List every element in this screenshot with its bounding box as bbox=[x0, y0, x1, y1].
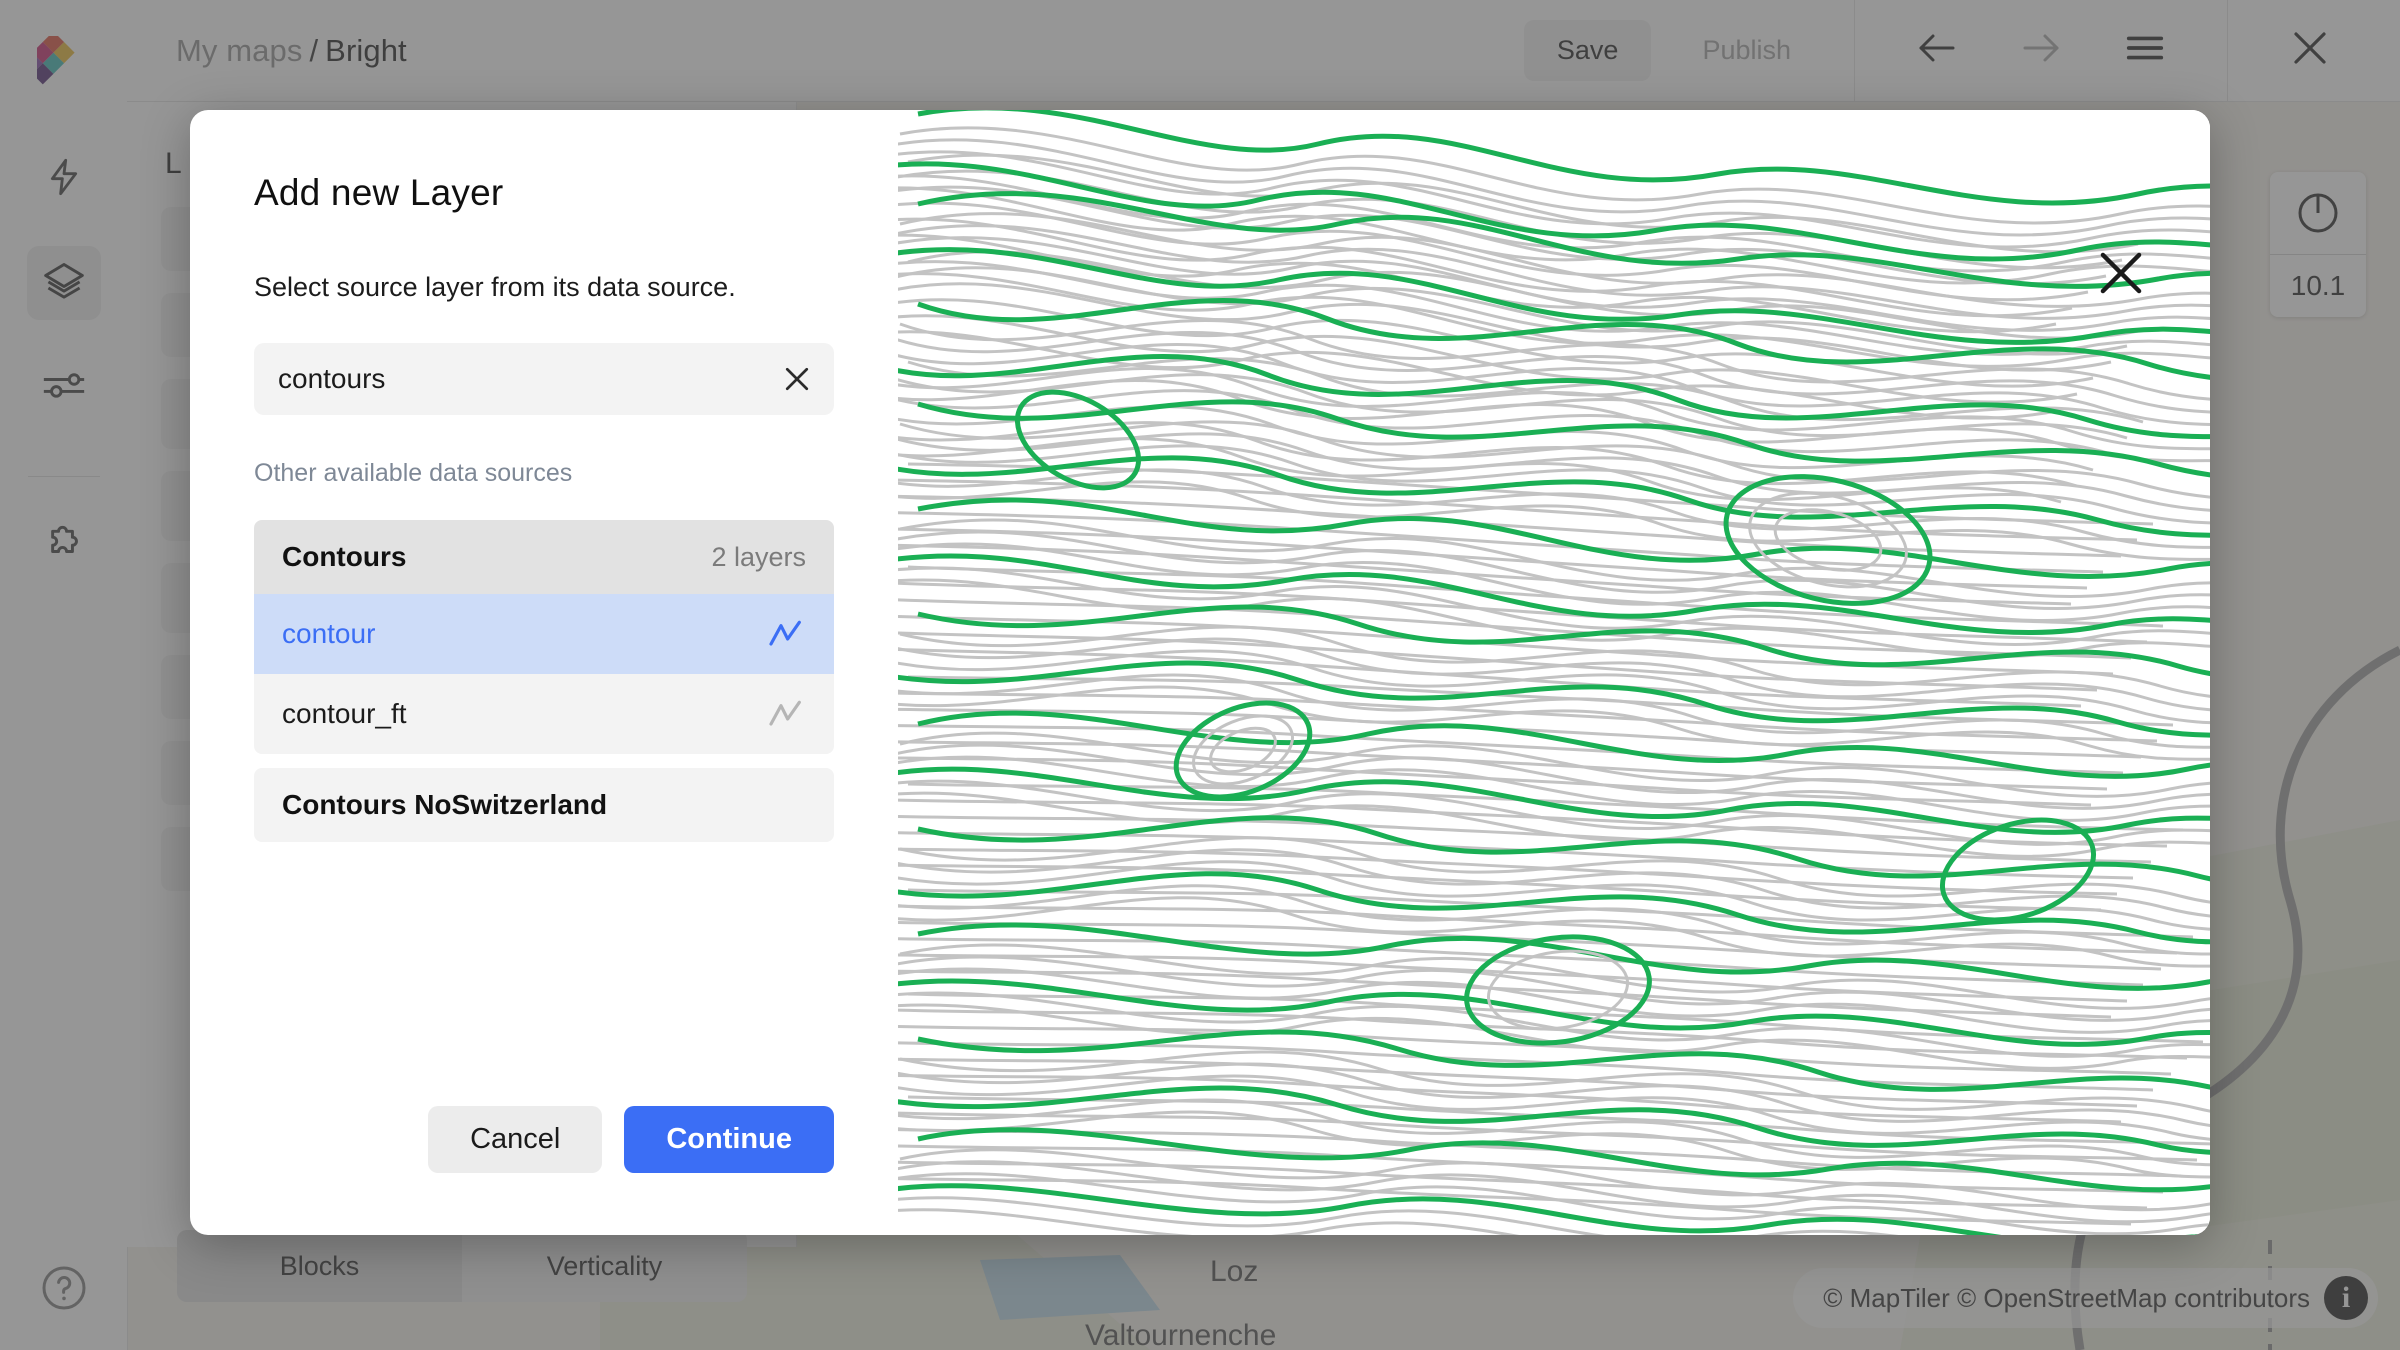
data-source-list: Contours 2 layers contour contour_ft Con… bbox=[254, 520, 834, 856]
dialog-left-pane: Add new Layer Select source layer from i… bbox=[190, 110, 898, 1235]
search-input[interactable] bbox=[276, 362, 768, 396]
layer-preview-map[interactable] bbox=[898, 110, 2210, 1235]
data-source-group-contours-noswitzerland: Contours NoSwitzerland bbox=[254, 768, 834, 842]
dialog-subtitle: Select source layer from its data source… bbox=[254, 272, 736, 302]
contour-preview-svg bbox=[898, 110, 2210, 1235]
other-sources-label: Other available data sources bbox=[254, 459, 573, 487]
group-layer-count: 2 layers bbox=[711, 541, 806, 572]
line-layer-icon bbox=[766, 697, 806, 731]
continue-button[interactable]: Continue bbox=[624, 1106, 834, 1173]
app-root: Loz Valtournenche bbox=[0, 0, 2400, 1350]
data-source-group-header[interactable]: Contours NoSwitzerland bbox=[254, 768, 834, 842]
source-layer-contour[interactable]: contour bbox=[254, 594, 834, 674]
dialog-title: Add new Layer bbox=[254, 172, 504, 213]
add-new-layer-dialog: Add new Layer Select source layer from i… bbox=[190, 110, 2210, 1235]
source-layer-name: contour_ft bbox=[282, 698, 407, 729]
group-name: Contours bbox=[282, 541, 407, 572]
dialog-footer: Cancel Continue bbox=[254, 1106, 834, 1173]
group-name: Contours NoSwitzerland bbox=[282, 789, 608, 820]
source-layer-contour-ft[interactable]: contour_ft bbox=[254, 674, 834, 754]
search-field[interactable] bbox=[254, 343, 834, 415]
data-source-group-header[interactable]: Contours 2 layers bbox=[254, 520, 834, 594]
clear-search-icon[interactable] bbox=[768, 350, 826, 408]
data-source-group-contours: Contours 2 layers contour contour_ft bbox=[254, 520, 834, 754]
cancel-button[interactable]: Cancel bbox=[428, 1106, 603, 1173]
source-layer-name: contour bbox=[282, 618, 376, 649]
line-layer-icon bbox=[766, 617, 806, 651]
close-dialog-button[interactable] bbox=[2090, 242, 2152, 304]
